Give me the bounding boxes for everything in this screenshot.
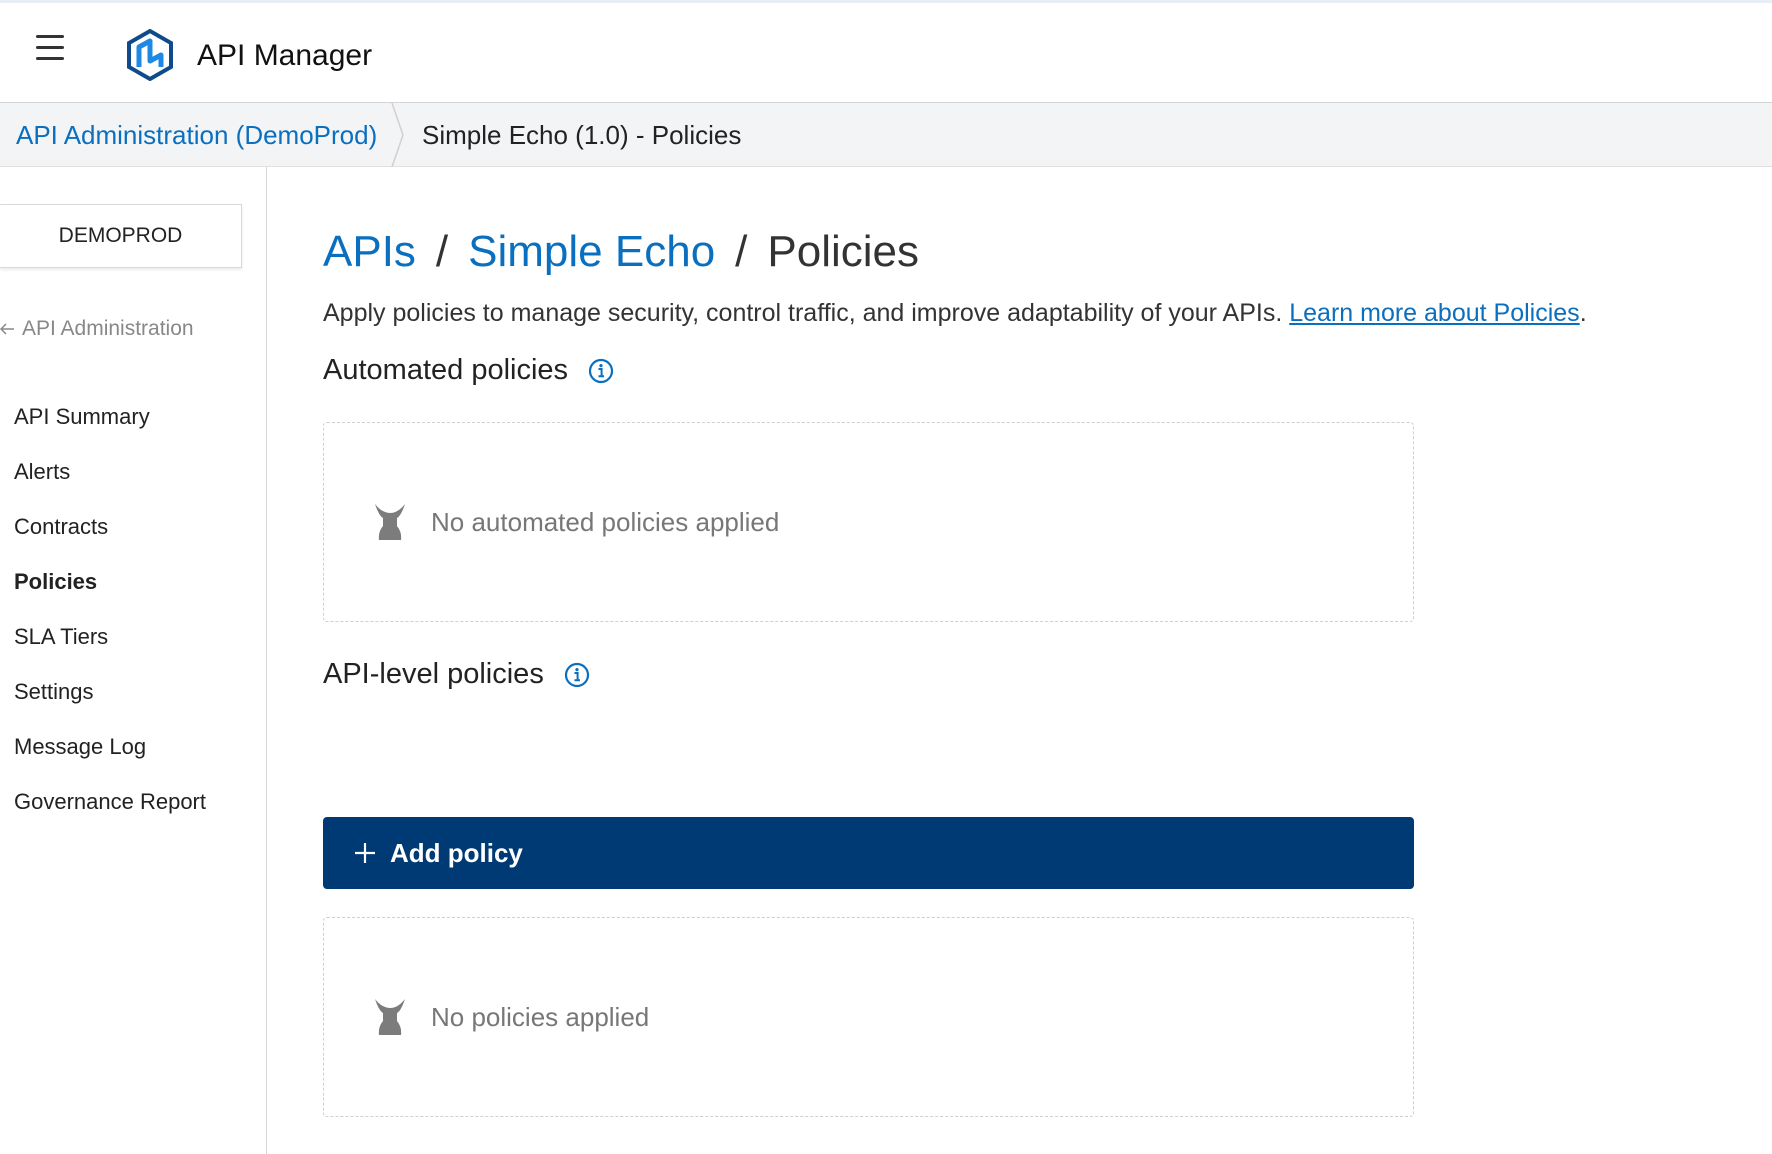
sidebar: DEMOPROD API Administration API Summary … — [0, 167, 267, 1154]
sidebar-item-alerts[interactable]: Alerts — [14, 460, 206, 515]
back-to-api-administration[interactable]: API Administration — [0, 317, 194, 341]
sidebar-item-sla-tiers[interactable]: SLA Tiers — [14, 625, 206, 680]
heading-separator: / — [735, 227, 748, 276]
automated-policies-label: Automated policies — [323, 354, 569, 386]
api-level-policies-title: API-level policies — [323, 658, 590, 691]
breadcrumb-current: Simple Echo (1.0) - Policies — [422, 120, 742, 150]
add-policy-label: Add policy — [390, 837, 523, 868]
empty-state-icon — [375, 504, 405, 540]
api-level-policies-empty-state: No policies applied — [323, 917, 1414, 1117]
plus-icon — [355, 843, 375, 863]
api-level-policies-label: API-level policies — [323, 658, 544, 690]
hamburger-icon[interactable] — [36, 35, 64, 61]
heading-current: Policies — [767, 227, 920, 276]
description-end: . — [1579, 299, 1587, 327]
page-title: APIs / Simple Echo / Policies — [323, 227, 919, 277]
heading-separator: / — [435, 227, 449, 276]
learn-more-link[interactable]: Learn more about Policies — [1289, 299, 1579, 327]
mulesoft-logo-icon[interactable] — [124, 29, 176, 81]
empty-state-message: No automated policies applied — [431, 506, 780, 537]
arrow-left-icon — [0, 323, 14, 335]
sidebar-nav: API Summary Alerts Contracts Policies SL… — [14, 405, 206, 845]
breadcrumb-parent-link[interactable]: API Administration (DemoProd) — [16, 120, 377, 151]
empty-state-icon — [375, 999, 405, 1035]
top-bar: API Manager — [0, 0, 1772, 103]
breadcrumb: API Administration (DemoProd) Simple Ech… — [0, 103, 1772, 167]
heading-api-name-link[interactable]: Simple Echo — [468, 227, 715, 276]
page-description: Apply policies to manage security, contr… — [323, 299, 1587, 328]
description-text: Apply policies to manage security, contr… — [323, 299, 1283, 327]
sidebar-item-settings[interactable]: Settings — [14, 680, 206, 735]
sidebar-item-governance-report[interactable]: Governance Report — [14, 790, 206, 845]
app-title: API Manager — [197, 39, 373, 72]
empty-state-message: No policies applied — [431, 1001, 650, 1032]
heading-apis-link[interactable]: APIs — [323, 227, 416, 276]
back-link-label: API Administration — [22, 317, 194, 340]
automated-policies-empty-state: No automated policies applied — [323, 422, 1414, 622]
sidebar-item-contracts[interactable]: Contracts — [14, 515, 206, 570]
sidebar-item-policies[interactable]: Policies — [14, 570, 206, 625]
info-icon[interactable] — [564, 662, 590, 688]
sidebar-item-message-log[interactable]: Message Log — [14, 735, 206, 790]
add-policy-button[interactable]: Add policy — [323, 817, 1414, 889]
breadcrumb-chevron-icon — [391, 103, 404, 167]
automated-policies-title: Automated policies — [323, 354, 614, 387]
environment-selector[interactable]: DEMOPROD — [0, 204, 242, 268]
sidebar-item-api-summary[interactable]: API Summary — [14, 405, 206, 460]
info-icon[interactable] — [588, 358, 614, 384]
